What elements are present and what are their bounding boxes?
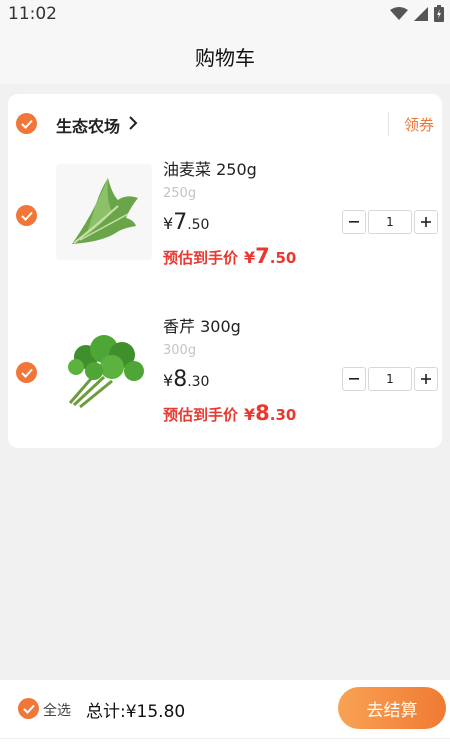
estimated-currency: ¥ — [244, 248, 256, 267]
product-price: ¥8.30 — [163, 367, 209, 392]
plus-icon — [421, 374, 431, 384]
select-all-checkbox[interactable] — [18, 698, 39, 719]
estimated-price: 预估到手价 ¥8.30 — [163, 401, 296, 425]
price-decimal: .30 — [187, 374, 210, 390]
price-integer: 7 — [173, 210, 188, 235]
status-bar: 11:02 — [0, 0, 450, 28]
price-decimal: .50 — [187, 217, 210, 233]
divider — [388, 112, 389, 136]
product-spec: 250g — [163, 186, 197, 201]
quantity-stepper: 1 — [342, 210, 438, 234]
lettuce-image — [72, 178, 138, 244]
check-icon — [22, 704, 35, 714]
estimated-price-label: 预估到手价 — [163, 406, 239, 424]
estimated-currency: ¥ — [244, 405, 256, 424]
quantity-input[interactable]: 1 — [368, 210, 412, 234]
product-price: ¥7.50 — [163, 210, 209, 235]
total-amount: 总计:¥15.80 — [86, 697, 185, 722]
decrease-button[interactable] — [342, 367, 366, 391]
product-image[interactable] — [56, 164, 152, 260]
checkout-button[interactable]: 去结算 — [338, 687, 446, 729]
price-integer: 8 — [173, 367, 188, 392]
estimated-price-label: 预估到手价 — [163, 249, 239, 267]
estimated-decimal: .50 — [269, 249, 297, 267]
page-title: 购物车 — [195, 45, 255, 70]
tab-bar — [0, 738, 450, 750]
estimated-price: 预估到手价 ¥7.50 — [163, 244, 296, 268]
plus-icon — [421, 217, 431, 227]
battery-icon — [434, 5, 444, 22]
item-checkbox[interactable] — [16, 205, 37, 226]
increase-button[interactable] — [414, 210, 438, 234]
estimated-decimal: .30 — [269, 406, 297, 424]
check-icon — [20, 119, 33, 129]
product-spec: 300g — [163, 343, 197, 358]
wifi-icon — [390, 6, 408, 20]
item-checkbox[interactable] — [16, 362, 37, 383]
check-icon — [20, 368, 33, 378]
cart-item: 油麦菜 250g 250g ¥7.50 预估到手价 ¥7.50 1 — [8, 152, 442, 292]
product-image[interactable] — [56, 321, 152, 417]
shop-card: 生态农场 领券 油麦菜 250g 250g ¥7.50 预估到手价 ¥7.50 … — [8, 94, 442, 448]
minus-icon — [349, 378, 359, 380]
total-value: ¥15.80 — [125, 702, 186, 722]
product-name[interactable]: 油麦菜 250g — [163, 156, 257, 180]
status-time: 11:02 — [8, 4, 57, 24]
shop-name[interactable]: 生态农场 — [56, 113, 120, 137]
select-all-label[interactable]: 全选 — [43, 700, 71, 720]
cart-item: 香芹 300g 300g ¥8.30 预估到手价 ¥8.30 1 — [8, 309, 442, 449]
shop-header: 生态农场 领券 — [8, 94, 442, 152]
celery-image — [68, 335, 144, 409]
quantity-input[interactable]: 1 — [368, 367, 412, 391]
estimated-integer: 8 — [255, 401, 270, 425]
decrease-button[interactable] — [342, 210, 366, 234]
product-name[interactable]: 香芹 300g — [163, 313, 241, 337]
minus-icon — [349, 221, 359, 223]
chevron-right-icon[interactable] — [128, 115, 138, 131]
shop-checkbox[interactable] — [16, 113, 37, 134]
coupon-button[interactable]: 领券 — [404, 114, 434, 135]
price-currency: ¥ — [163, 371, 174, 390]
quantity-stepper: 1 — [342, 367, 438, 391]
signal-icon — [414, 6, 428, 21]
price-currency: ¥ — [163, 214, 174, 233]
checkout-bar: 全选 总计:¥15.80 去结算 — [0, 680, 450, 738]
status-icons — [390, 5, 444, 22]
nav-bar: 购物车 — [0, 28, 450, 84]
total-label: 总计: — [86, 702, 126, 722]
increase-button[interactable] — [414, 367, 438, 391]
estimated-integer: 7 — [255, 244, 270, 268]
check-icon — [20, 211, 33, 221]
